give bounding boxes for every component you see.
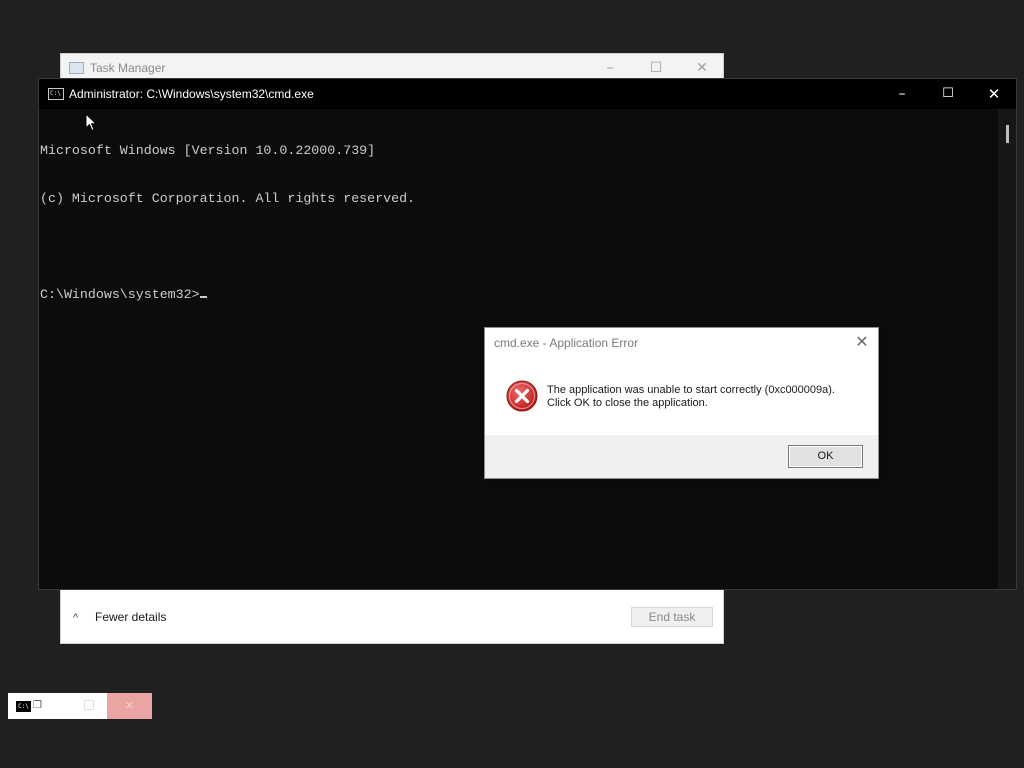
fewer-details-toggle[interactable]: ^ Fewer details [73,610,166,624]
console-line: Microsoft Windows [Version 10.0.22000.73… [40,143,376,158]
cmd-scrollbar[interactable] [998,109,1016,589]
error-dialog-footer: OK [485,435,878,478]
cmd-minimize-button[interactable]: – [879,79,925,109]
application-error-dialog: cmd.exe - Application Error ✕ The applic… [484,327,879,479]
console-line: (c) Microsoft Corporation. All rights re… [40,191,416,206]
console-prompt: C:\Windows\system32> [40,287,200,302]
text-cursor [199,296,207,298]
cmd-scrollbar-thumb[interactable] [1006,125,1009,143]
minimized-window-preview[interactable]: C:\ ❐ ✕ [8,693,152,719]
error-message-line: Click OK to close the application. [547,397,708,409]
restore-icon[interactable]: ❐ [33,700,42,711]
ok-button[interactable]: OK [788,445,863,468]
error-x-icon [506,380,538,412]
error-dialog-title: cmd.exe - Application Error [494,336,639,350]
console-prompt-line: C:\Windows\system32> [40,287,998,303]
maximize-icon[interactable] [84,700,94,710]
fewer-details-label: Fewer details [95,610,167,624]
close-button[interactable]: ✕ [107,693,152,719]
cmd-app-icon: C:\ [48,88,64,100]
cmd-window-title: Administrator: C:\Windows\system32\cmd.e… [69,87,314,101]
cmd-maximize-button[interactable]: ☐ [925,79,971,109]
mouse-pointer-icon [85,113,97,132]
task-manager-icon [69,62,84,74]
task-manager-title: Task Manager [90,61,166,75]
end-task-button[interactable]: End task [631,607,713,627]
cmd-app-icon: C:\ [16,701,31,712]
error-dialog-close-button[interactable]: ✕ [852,332,872,352]
task-manager-footer: ^ Fewer details End task [61,589,723,643]
cmd-close-button[interactable]: ✕ [971,79,1017,109]
error-message: The application was unable to start corr… [547,384,835,410]
error-message-line: The application was unable to start corr… [547,384,835,396]
cmd-titlebar[interactable]: C:\ Administrator: C:\Windows\system32\c… [39,79,1016,109]
chevron-up-icon: ^ [73,612,79,624]
